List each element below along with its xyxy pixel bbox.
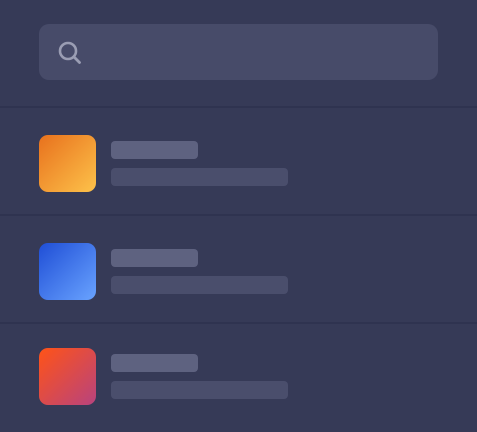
list-item[interactable] <box>0 216 477 316</box>
item-thumbnail <box>39 243 96 300</box>
search-bar[interactable] <box>39 24 438 82</box>
item-subtitle <box>111 168 288 186</box>
item-subtitle-text <box>111 168 288 186</box>
item-thumbnail <box>39 348 96 405</box>
list-item[interactable] <box>0 324 477 424</box>
item-title-text <box>111 141 198 159</box>
item-title-text <box>111 354 198 372</box>
list-item[interactable] <box>0 108 477 208</box>
item-title <box>111 354 198 372</box>
item-subtitle-text <box>111 276 288 294</box>
item-title <box>111 249 198 267</box>
item-thumbnail <box>39 135 96 192</box>
item-title <box>111 141 198 159</box>
item-subtitle <box>111 276 288 294</box>
search-input[interactable] <box>97 24 421 82</box>
search-icon <box>56 39 84 67</box>
item-subtitle <box>111 381 288 399</box>
item-subtitle-text <box>111 381 288 399</box>
item-title-text <box>111 249 198 267</box>
